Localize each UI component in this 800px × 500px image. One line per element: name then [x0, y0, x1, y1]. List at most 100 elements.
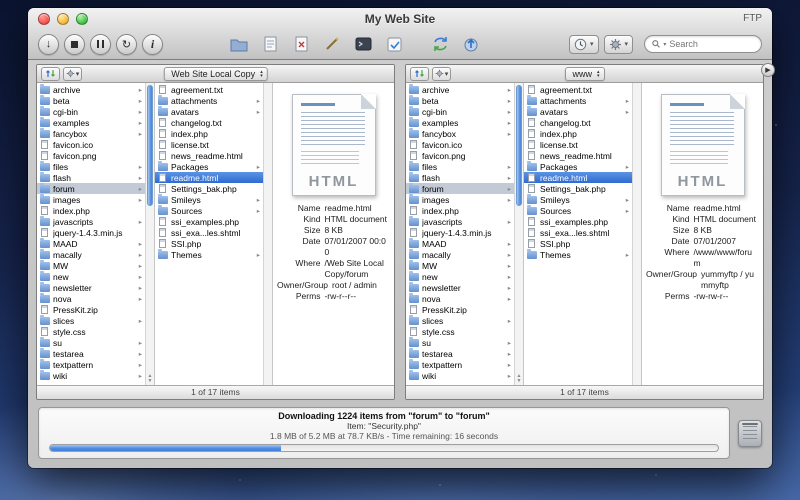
- file-row[interactable]: nova▸: [37, 293, 145, 304]
- file-row[interactable]: index.php: [155, 128, 263, 139]
- minimize-button[interactable]: [57, 13, 69, 25]
- file-row[interactable]: nova▸: [406, 293, 514, 304]
- file-row[interactable]: macally▸: [406, 249, 514, 260]
- file-row[interactable]: favicon.ico: [37, 139, 145, 150]
- file-row[interactable]: cgi-bin▸: [406, 106, 514, 117]
- file-row[interactable]: wiki▸: [406, 370, 514, 381]
- file-row[interactable]: new▸: [406, 271, 514, 282]
- scrollbar-arrows-icon[interactable]: ▲▼: [515, 374, 523, 384]
- file-row[interactable]: attachments▸: [155, 95, 263, 106]
- file-row[interactable]: Sources▸: [155, 205, 263, 216]
- file-row[interactable]: Smileys▸: [155, 194, 263, 205]
- file-row[interactable]: jquery-1.4.3.min.js: [406, 227, 514, 238]
- edit-wand-button[interactable]: [319, 33, 345, 55]
- file-row[interactable]: textpattern▸: [406, 359, 514, 370]
- file-row[interactable]: PressKit.zip: [37, 304, 145, 315]
- file-row[interactable]: fancybox▸: [37, 128, 145, 139]
- scrollbar-thumb[interactable]: [147, 85, 153, 206]
- go-button[interactable]: ▶: [761, 63, 775, 77]
- file-row[interactable]: MW▸: [406, 260, 514, 271]
- file-row[interactable]: style.css: [37, 326, 145, 337]
- sync-mirror-button[interactable]: [427, 33, 453, 55]
- file-row[interactable]: cgi-bin▸: [37, 106, 145, 117]
- scrollbar-arrows-icon[interactable]: ▲▼: [146, 374, 154, 384]
- pause-button[interactable]: [90, 34, 111, 55]
- local-path-dropdown[interactable]: Web Site Local Copy ▴▾: [163, 67, 267, 81]
- file-row[interactable]: ssi_examples.php: [155, 216, 263, 227]
- file-row[interactable]: news_readme.html: [155, 150, 263, 161]
- file-row[interactable]: forum▸: [37, 183, 145, 194]
- file-row[interactable]: readme.html: [524, 172, 632, 183]
- file-row[interactable]: newsletter▸: [406, 282, 514, 293]
- shredder-icon[interactable]: [738, 420, 762, 447]
- file-row[interactable]: Themes▸: [524, 249, 632, 260]
- file-row[interactable]: avatars▸: [155, 106, 263, 117]
- history-dropdown[interactable]: ▾: [569, 35, 599, 54]
- file-row[interactable]: license.txt: [155, 139, 263, 150]
- file-row[interactable]: jquery-1.4.3.min.js: [37, 227, 145, 238]
- terminal-button[interactable]: [350, 33, 376, 55]
- file-row[interactable]: examples▸: [406, 117, 514, 128]
- file-row[interactable]: new▸: [37, 271, 145, 282]
- close-button[interactable]: [38, 13, 50, 25]
- file-row[interactable]: images▸: [406, 194, 514, 205]
- file-row[interactable]: wiki▸: [37, 370, 145, 381]
- file-row[interactable]: favicon.ico: [406, 139, 514, 150]
- file-row[interactable]: archive▸: [37, 84, 145, 95]
- remote-scrollbar-root[interactable]: ▲▼: [514, 83, 523, 385]
- checklist-button[interactable]: [381, 33, 407, 55]
- file-row[interactable]: fancybox▸: [406, 128, 514, 139]
- new-folder-button[interactable]: [226, 33, 252, 55]
- file-row[interactable]: SSI.php: [524, 238, 632, 249]
- file-row[interactable]: images▸: [37, 194, 145, 205]
- actions-dropdown[interactable]: ▾: [604, 35, 634, 54]
- file-row[interactable]: agreement.txt: [524, 84, 632, 95]
- local-scrollbar-forum[interactable]: [263, 83, 272, 385]
- file-row[interactable]: agreement.txt: [155, 84, 263, 95]
- file-row[interactable]: favicon.png: [406, 150, 514, 161]
- file-row[interactable]: readme.html: [155, 172, 263, 183]
- file-row[interactable]: license.txt: [524, 139, 632, 150]
- file-row[interactable]: Settings_bak.php: [524, 183, 632, 194]
- file-row[interactable]: changelog.txt: [524, 117, 632, 128]
- file-row[interactable]: ssi_examples.php: [524, 216, 632, 227]
- file-row[interactable]: files▸: [37, 161, 145, 172]
- file-row[interactable]: javascripts▸: [406, 216, 514, 227]
- file-row[interactable]: testarea▸: [37, 348, 145, 359]
- file-row[interactable]: files▸: [406, 161, 514, 172]
- file-row[interactable]: Themes▸: [155, 249, 263, 260]
- file-row[interactable]: javascripts▸: [37, 216, 145, 227]
- delete-file-button[interactable]: [288, 33, 314, 55]
- file-row[interactable]: attachments▸: [524, 95, 632, 106]
- file-row[interactable]: examples▸: [37, 117, 145, 128]
- file-row[interactable]: changelog.txt: [155, 117, 263, 128]
- file-row[interactable]: Settings_bak.php: [155, 183, 263, 194]
- file-row[interactable]: style.css: [406, 326, 514, 337]
- stop-button[interactable]: [64, 34, 85, 55]
- info-button[interactable]: i: [142, 34, 163, 55]
- zoom-button[interactable]: [76, 13, 88, 25]
- remote-action-menu-button[interactable]: ▾: [432, 67, 451, 81]
- file-row[interactable]: MAAD▸: [406, 238, 514, 249]
- file-row[interactable]: slices▸: [37, 315, 145, 326]
- file-row[interactable]: beta▸: [406, 95, 514, 106]
- file-row[interactable]: beta▸: [37, 95, 145, 106]
- file-row[interactable]: news_readme.html: [524, 150, 632, 161]
- download-button[interactable]: ↓: [38, 34, 59, 55]
- file-row[interactable]: flash▸: [406, 172, 514, 183]
- scrollbar-thumb[interactable]: [516, 85, 522, 206]
- file-row[interactable]: SSI.php: [155, 238, 263, 249]
- file-row[interactable]: ssi_exa...les.shtml: [155, 227, 263, 238]
- file-row[interactable]: MAAD▸: [37, 238, 145, 249]
- remote-scrollbar-forum[interactable]: [632, 83, 641, 385]
- file-row[interactable]: testarea▸: [406, 348, 514, 359]
- file-row[interactable]: Sources▸: [524, 205, 632, 216]
- refresh-button[interactable]: ↻: [116, 34, 137, 55]
- file-row[interactable]: textpattern▸: [37, 359, 145, 370]
- file-row[interactable]: ssi_exa...les.shtml: [524, 227, 632, 238]
- file-row[interactable]: index.php: [524, 128, 632, 139]
- file-row[interactable]: index.php: [37, 205, 145, 216]
- remote-path-dropdown[interactable]: www ▴▾: [564, 67, 604, 81]
- sync-upload-button[interactable]: [458, 33, 484, 55]
- file-row[interactable]: avatars▸: [524, 106, 632, 117]
